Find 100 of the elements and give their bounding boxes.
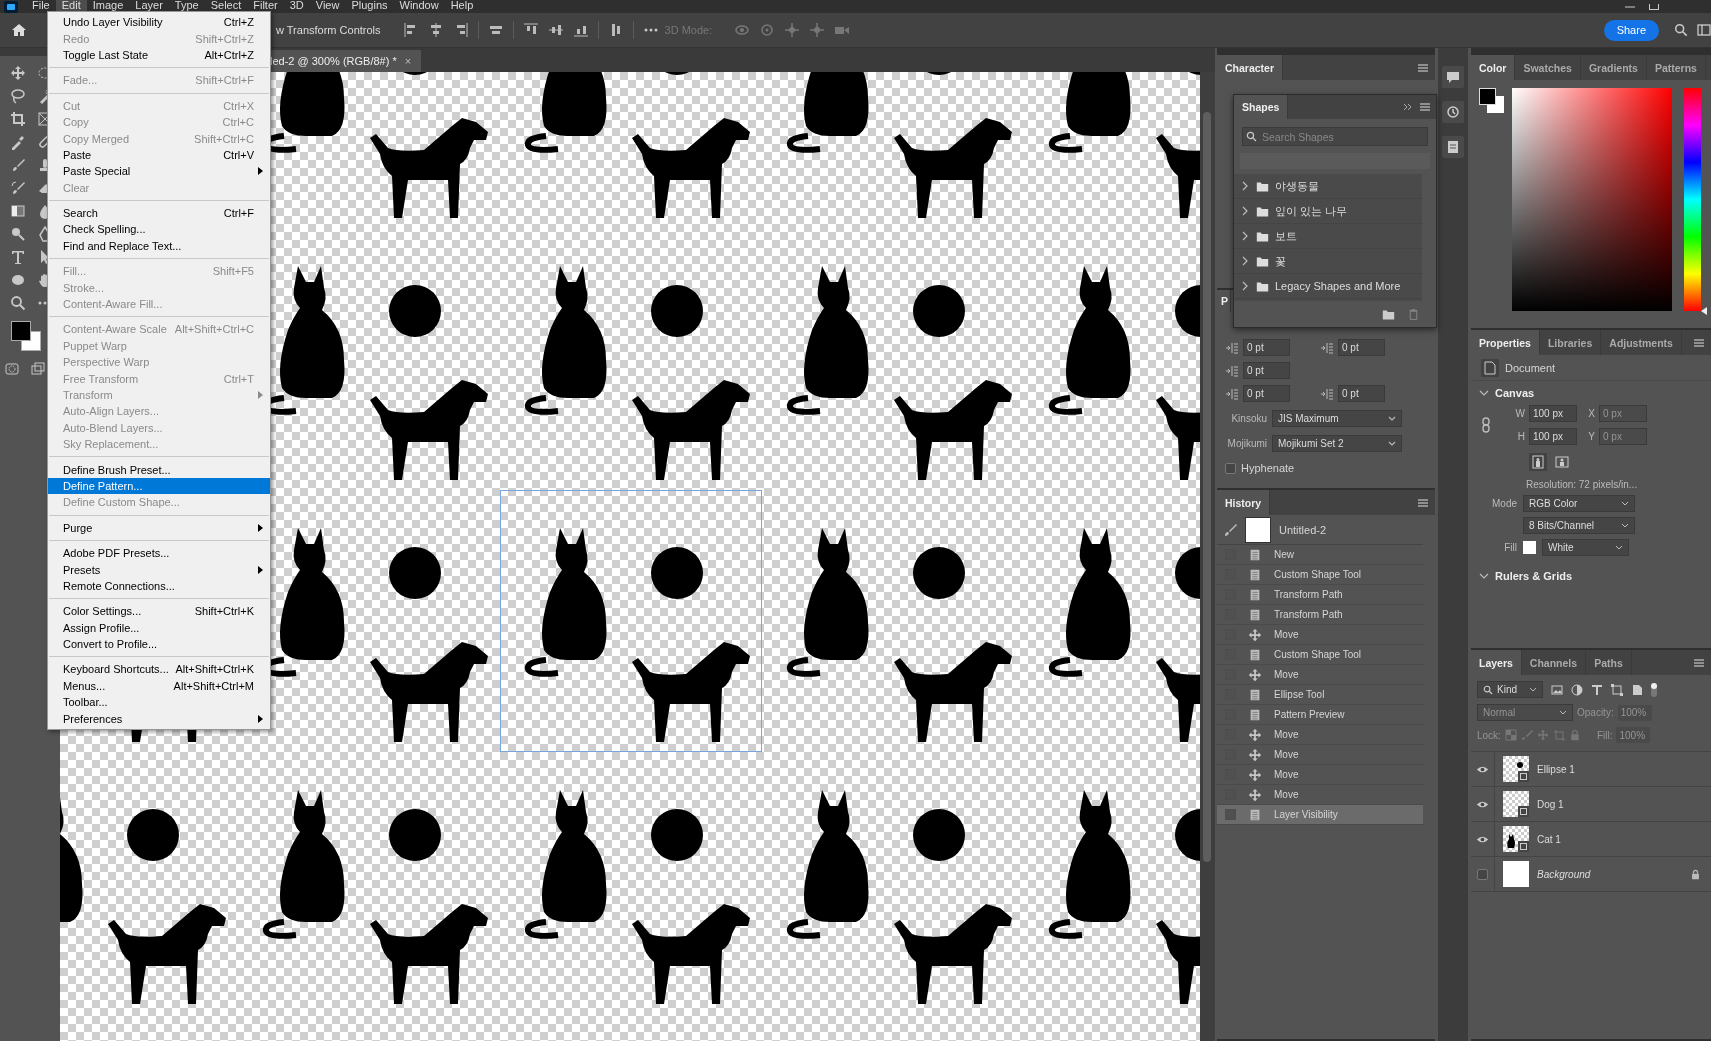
layer-row[interactable]: Cat 1 xyxy=(1471,822,1711,857)
panel-tab[interactable]: Shapes xyxy=(1234,95,1289,119)
history-state[interactable]: New xyxy=(1217,545,1424,565)
folder-icon[interactable] xyxy=(1382,307,1395,321)
menu-item[interactable]: Keyboard Shortcuts... Alt+Shift+Ctrl+K xyxy=(48,661,270,678)
quick-mask-icon[interactable] xyxy=(4,361,20,377)
menu-item[interactable]: Window xyxy=(393,0,445,11)
move-icon[interactable] xyxy=(9,65,26,81)
menu-item[interactable]: Edit xyxy=(55,0,87,11)
indent-field[interactable]: 0 pt xyxy=(1243,339,1290,356)
layer-row[interactable]: Background xyxy=(1471,857,1711,892)
history-brush-icon[interactable] xyxy=(9,180,26,196)
menu-item[interactable]: Help xyxy=(444,0,480,11)
history-state[interactable]: Move xyxy=(1217,745,1424,765)
panel-tab[interactable]: Adjustments xyxy=(1601,330,1682,355)
menu-item[interactable]: Preferences xyxy=(48,710,270,727)
collapse-icon[interactable] xyxy=(1403,103,1413,111)
panel-tab[interactable]: Color xyxy=(1471,55,1516,80)
menu-item[interactable]: Find and Replace Text... xyxy=(48,237,270,255)
screen-mode-icon[interactable] xyxy=(30,361,46,377)
panel-menu-icon[interactable] xyxy=(1417,63,1430,73)
type-icon[interactable] xyxy=(9,249,26,265)
history-brush-icon[interactable] xyxy=(1223,522,1237,537)
indent-field[interactable]: 0 pt xyxy=(1338,339,1385,356)
panel-menu-icon[interactable] xyxy=(1693,338,1705,348)
landscape-icon[interactable] xyxy=(1555,456,1569,468)
menu-item[interactable]: Menus... Alt+Shift+Ctrl+M xyxy=(48,677,270,695)
menu-item[interactable]: View xyxy=(309,0,346,11)
menu-item[interactable]: Paste Ctrl+V xyxy=(48,146,270,164)
shape-folder[interactable]: Legacy Shapes and More xyxy=(1234,274,1422,299)
menu-item[interactable]: Select xyxy=(204,0,248,11)
history-state[interactable]: Move xyxy=(1217,665,1424,685)
layer-row[interactable]: Ellipse 1 xyxy=(1471,752,1711,787)
slider-thumb[interactable] xyxy=(1700,307,1707,315)
home-icon[interactable] xyxy=(11,22,27,38)
app-logo-icon[interactable] xyxy=(4,0,18,13)
dodge-icon[interactable] xyxy=(9,226,26,242)
menu-item[interactable]: Type xyxy=(168,0,205,11)
dropdown[interactable]: RGB Color xyxy=(1523,495,1635,512)
panel-tab[interactable]: Layers xyxy=(1471,650,1522,675)
maximize-icon[interactable] xyxy=(1649,3,1659,10)
shape-filter-icon[interactable] xyxy=(1611,683,1623,696)
history-state[interactable]: Custom Shape Tool xyxy=(1217,645,1424,665)
history-state[interactable]: Transform Path xyxy=(1217,605,1424,625)
color-swatches[interactable] xyxy=(1479,88,1505,114)
menu-item[interactable]: 3D xyxy=(283,0,310,11)
minimize-icon[interactable] xyxy=(1625,3,1635,10)
input-field[interactable]: 100 px xyxy=(1529,405,1577,422)
zoom-icon[interactable] xyxy=(9,295,26,311)
menu-item[interactable]: Paste Special xyxy=(48,163,270,180)
dropdown[interactable]: JIS Maximum xyxy=(1272,410,1402,427)
menu-item[interactable]: Assign Profile... xyxy=(48,619,270,636)
lock-icon[interactable] xyxy=(1690,868,1701,880)
panel-tab[interactable]: Channels xyxy=(1521,650,1587,675)
menu-item[interactable]: Image xyxy=(86,0,130,11)
layer-row[interactable]: Dog 1 xyxy=(1471,787,1711,822)
filter-dropdown[interactable]: Kind xyxy=(1477,681,1543,698)
panel-tab[interactable]: Patterns xyxy=(1646,55,1706,80)
search-icon[interactable] xyxy=(1674,23,1688,37)
adjustment-filter-icon[interactable] xyxy=(1571,683,1583,696)
menu-item[interactable]: Plugins xyxy=(345,0,394,11)
workspace-icon[interactable] xyxy=(1697,23,1711,37)
menu-item[interactable]: Define Brush Preset... xyxy=(48,461,270,478)
section-heading[interactable]: Canvas xyxy=(1495,387,1535,399)
search-field[interactable]: Search Shapes xyxy=(1242,127,1428,146)
chevron-icon[interactable] xyxy=(1479,388,1489,398)
type-filter-icon[interactable] xyxy=(1591,683,1603,696)
panel-menu-icon[interactable] xyxy=(1417,498,1430,508)
dropdown[interactable]: Mojikumi Set 2 xyxy=(1272,435,1402,452)
history-state[interactable]: Custom Shape Tool xyxy=(1217,565,1424,585)
panel-menu-icon[interactable] xyxy=(1693,658,1705,668)
smart-object-filter-icon[interactable] xyxy=(1631,683,1643,696)
dropdown[interactable]: White xyxy=(1542,539,1629,556)
menu-item[interactable]: Remote Connections... xyxy=(48,577,270,595)
menu-item[interactable]: Filter xyxy=(247,0,284,11)
history-state[interactable]: Move xyxy=(1217,725,1424,745)
chevron-icon[interactable] xyxy=(1479,571,1489,581)
panel-tab[interactable]: Gradients xyxy=(1580,55,1647,80)
panel-tab[interactable]: History xyxy=(1217,490,1271,515)
eyedropper-icon[interactable] xyxy=(9,134,26,150)
portrait-icon[interactable] xyxy=(1532,455,1544,469)
menu-item[interactable]: Layer xyxy=(129,0,169,11)
share-button[interactable]: Share xyxy=(1603,19,1659,41)
ellipse-icon[interactable] xyxy=(9,272,26,288)
scrollbar-thumb[interactable] xyxy=(1203,112,1211,862)
close-button[interactable]: × xyxy=(404,55,412,67)
history-state[interactable]: Transform Path xyxy=(1217,585,1424,605)
checkbox[interactable] xyxy=(1225,462,1236,474)
menu-item[interactable]: Check Spelling... xyxy=(48,221,270,238)
shape-folder[interactable]: 야생동물 xyxy=(1234,174,1422,199)
menu-item[interactable]: Search Ctrl+F xyxy=(48,204,270,222)
menu-item[interactable]: Color Settings... Shift+Ctrl+K xyxy=(48,603,270,620)
indent-field[interactable]: 0 pt xyxy=(1338,385,1385,402)
fill-swatch[interactable] xyxy=(1523,541,1536,554)
panel-tab[interactable]: Paths xyxy=(1586,650,1632,675)
menu-item[interactable]: Adobe PDF Presets... xyxy=(48,544,270,562)
panel-menu-icon[interactable] xyxy=(1419,102,1431,112)
filter-toggle[interactable] xyxy=(1651,682,1657,697)
panel-tab[interactable]: Properties xyxy=(1471,330,1540,355)
history-state[interactable]: Ellipse Tool xyxy=(1217,685,1424,705)
